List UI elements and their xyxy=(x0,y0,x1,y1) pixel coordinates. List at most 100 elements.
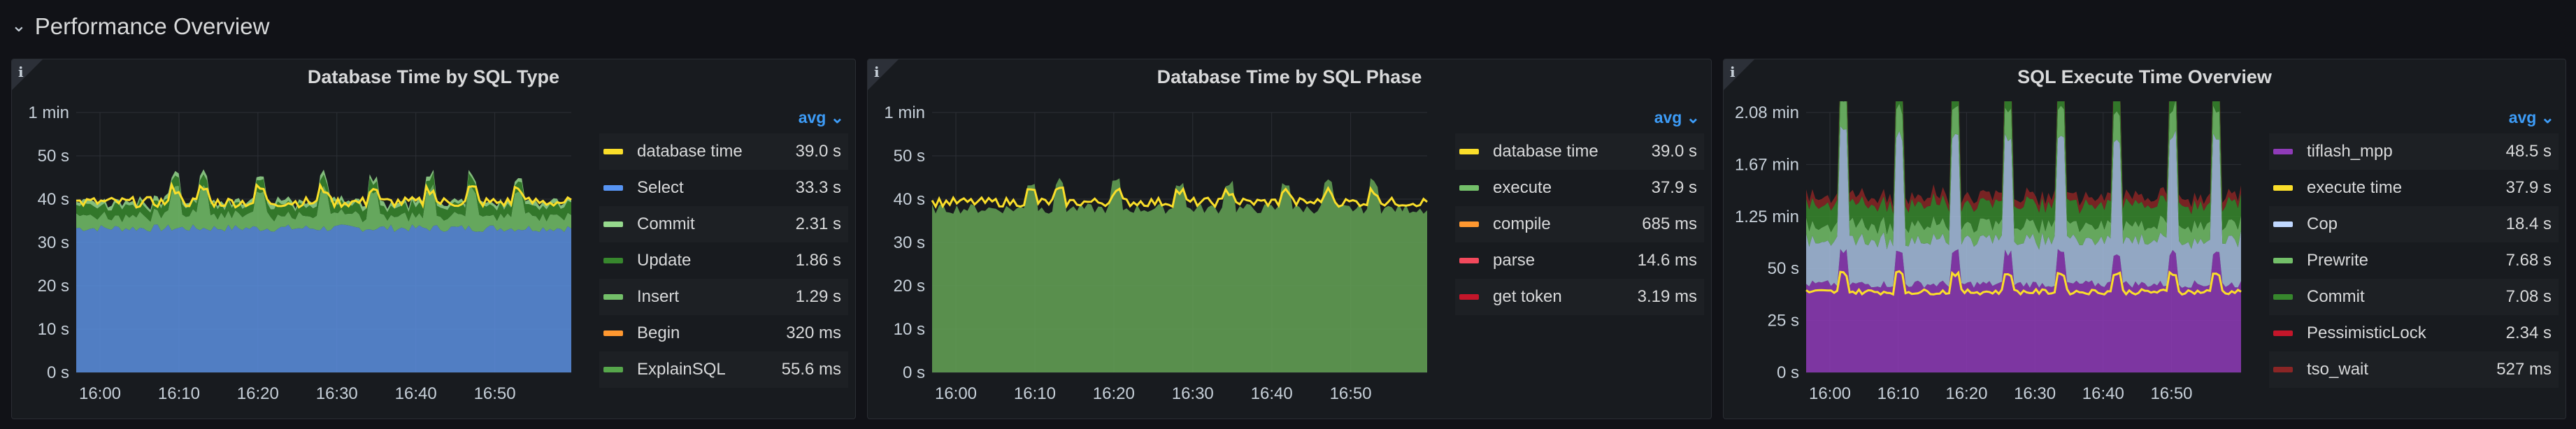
x-tick-label: 16:00 xyxy=(79,384,121,403)
series-value: 39.0 s xyxy=(1651,142,1697,161)
legend-item[interactable]: ExplainSQL 55.6 ms xyxy=(599,351,848,388)
y-tick-label: 1 min xyxy=(28,103,69,122)
series-value: 1.86 s xyxy=(795,251,841,270)
legend-item[interactable]: get token 3.19 ms xyxy=(1455,279,1704,315)
series-value: 48.5 s xyxy=(2505,142,2552,161)
x-tick-label: 16:50 xyxy=(474,384,516,403)
x-tick-label: 16:30 xyxy=(316,384,358,403)
series-swatch xyxy=(1459,149,1479,154)
x-tick-label: 16:30 xyxy=(1172,384,1214,403)
series-name: Begin xyxy=(637,323,680,342)
legend-item[interactable]: execute time 37.9 s xyxy=(2269,170,2559,206)
legend-item[interactable]: Begin 320 ms xyxy=(599,315,848,351)
chevron-down-icon[interactable]: ⌄ xyxy=(11,15,27,36)
x-tick-label: 16:40 xyxy=(395,384,437,403)
y-tick-label: 50 s xyxy=(894,147,925,166)
y-tick-label: 1.25 min xyxy=(1735,208,1799,226)
legend-agg-selector[interactable]: avg ⌄ xyxy=(1654,108,1700,127)
panel-sql-phase: i Database Time by SQL Phase 1 min 50 s 40… xyxy=(867,59,1712,419)
panel-sql-type: i Database Time by SQL Type 1 min 50 s 40 … xyxy=(11,59,856,419)
x-tick-label: 16:40 xyxy=(1251,384,1293,403)
legend-item[interactable]: Cop 18.4 s xyxy=(2269,206,2559,242)
series-value: 527 ms xyxy=(2496,360,2552,379)
series-value: 14.6 ms xyxy=(1637,251,1697,270)
legend-item[interactable]: Prewrite 7.68 s xyxy=(2269,242,2559,279)
series-swatch xyxy=(603,185,623,191)
y-tick-label: 1.67 min xyxy=(1735,155,1799,174)
timeseries-chart[interactable]: 1 min 50 s 40 s 30 s 20 s 10 s 0 s 16:00 16:10 16… xyxy=(12,101,585,419)
series-name: Prewrite xyxy=(2307,251,2369,270)
series-name: ExplainSQL xyxy=(637,360,726,379)
panel-title[interactable]: Database Time by SQL Type xyxy=(12,66,855,88)
series-swatch xyxy=(603,294,623,300)
series-name: Commit xyxy=(2307,287,2365,306)
y-tick-label: 40 s xyxy=(894,190,925,209)
series-swatch xyxy=(2273,330,2293,336)
series-name: Commit xyxy=(637,214,695,233)
legend-agg-selector[interactable]: avg ⌄ xyxy=(799,108,844,127)
series-name: Insert xyxy=(637,287,680,306)
panel-title[interactable]: Database Time by SQL Phase xyxy=(868,66,1711,88)
legend-agg-selector[interactable]: avg ⌄ xyxy=(2509,108,2554,127)
series-swatch xyxy=(603,258,623,263)
row-header[interactable]: ⌄ Performance Overview xyxy=(11,7,269,46)
legend-item[interactable]: compile 685 ms xyxy=(1455,206,1704,242)
series-swatch xyxy=(2273,185,2293,191)
legend-item[interactable]: database time 39.0 s xyxy=(1455,133,1704,170)
y-tick-label: 0 s xyxy=(903,363,925,382)
series-swatch xyxy=(1459,258,1479,263)
legend-item[interactable]: execute 37.9 s xyxy=(1455,170,1704,206)
series-area xyxy=(76,224,571,372)
series-name: execute xyxy=(1493,178,1552,197)
series-swatch xyxy=(2273,294,2293,300)
series-swatch xyxy=(603,149,623,154)
timeseries-chart[interactable]: 2.08 min 1.67 min 1.25 min 50 s 25 s 0 s 16:00… xyxy=(1724,101,2297,419)
series-name: parse xyxy=(1493,251,1536,270)
y-tick-label: 20 s xyxy=(38,277,69,296)
legend-item[interactable]: Insert 1.29 s xyxy=(599,279,848,315)
legend-item[interactable]: Update 1.86 s xyxy=(599,242,848,279)
x-tick-label: 16:10 xyxy=(1014,384,1056,403)
series-swatch xyxy=(1459,221,1479,227)
series-value: 2.31 s xyxy=(795,214,841,233)
series-swatch xyxy=(1459,185,1479,191)
y-tick-label: 0 s xyxy=(1777,363,1799,382)
series-value: 37.9 s xyxy=(2505,178,2552,197)
legend-item[interactable]: Commit 2.31 s xyxy=(599,206,848,242)
series-swatch xyxy=(2273,367,2293,372)
y-tick-label: 1 min xyxy=(884,103,925,122)
y-tick-label: 2.08 min xyxy=(1735,103,1799,122)
series-value: 1.29 s xyxy=(795,287,841,306)
timeseries-chart[interactable]: 1 min 50 s 40 s 30 s 20 s 10 s 0 s 16:00 16:10 16… xyxy=(868,101,1441,419)
series-value: 39.0 s xyxy=(795,142,841,161)
panel-title[interactable]: SQL Execute Time Overview xyxy=(1724,66,2566,88)
y-tick-label: 50 s xyxy=(38,147,69,166)
x-tick-label: 16:20 xyxy=(237,384,279,403)
legend-item[interactable]: Commit 7.08 s xyxy=(2269,279,2559,315)
series-name: tiflash_mpp xyxy=(2307,142,2393,161)
legend-item[interactable]: tso_wait 527 ms xyxy=(2269,351,2559,388)
series-value: 55.6 ms xyxy=(781,360,841,379)
legend-item[interactable]: database time 39.0 s xyxy=(599,133,848,170)
y-tick-label: 25 s xyxy=(1768,312,1799,330)
series-area xyxy=(932,177,1427,372)
series-name: Cop xyxy=(2307,214,2338,233)
series-name: compile xyxy=(1493,214,1551,233)
series-swatch xyxy=(603,367,623,372)
series-name: Update xyxy=(637,251,692,270)
legend-item[interactable]: Select 33.3 s xyxy=(599,170,848,206)
series-value: 18.4 s xyxy=(2505,214,2552,233)
y-tick-label: 40 s xyxy=(38,190,69,209)
x-tick-label: 16:50 xyxy=(1330,384,1372,403)
legend-item[interactable]: PessimisticLock 2.34 s xyxy=(2269,315,2559,351)
y-tick-label: 10 s xyxy=(38,320,69,339)
legend-item[interactable]: parse 14.6 ms xyxy=(1455,242,1704,279)
x-tick-label: 16:30 xyxy=(2014,384,2056,403)
series-name: database time xyxy=(1493,142,1598,161)
series-name: tso_wait xyxy=(2307,360,2369,379)
y-tick-label: 20 s xyxy=(894,277,925,296)
series-name: Select xyxy=(637,178,684,197)
series-value: 320 ms xyxy=(786,323,841,342)
legend-item[interactable]: tiflash_mpp 48.5 s xyxy=(2269,133,2559,170)
series-swatch xyxy=(1459,294,1479,300)
